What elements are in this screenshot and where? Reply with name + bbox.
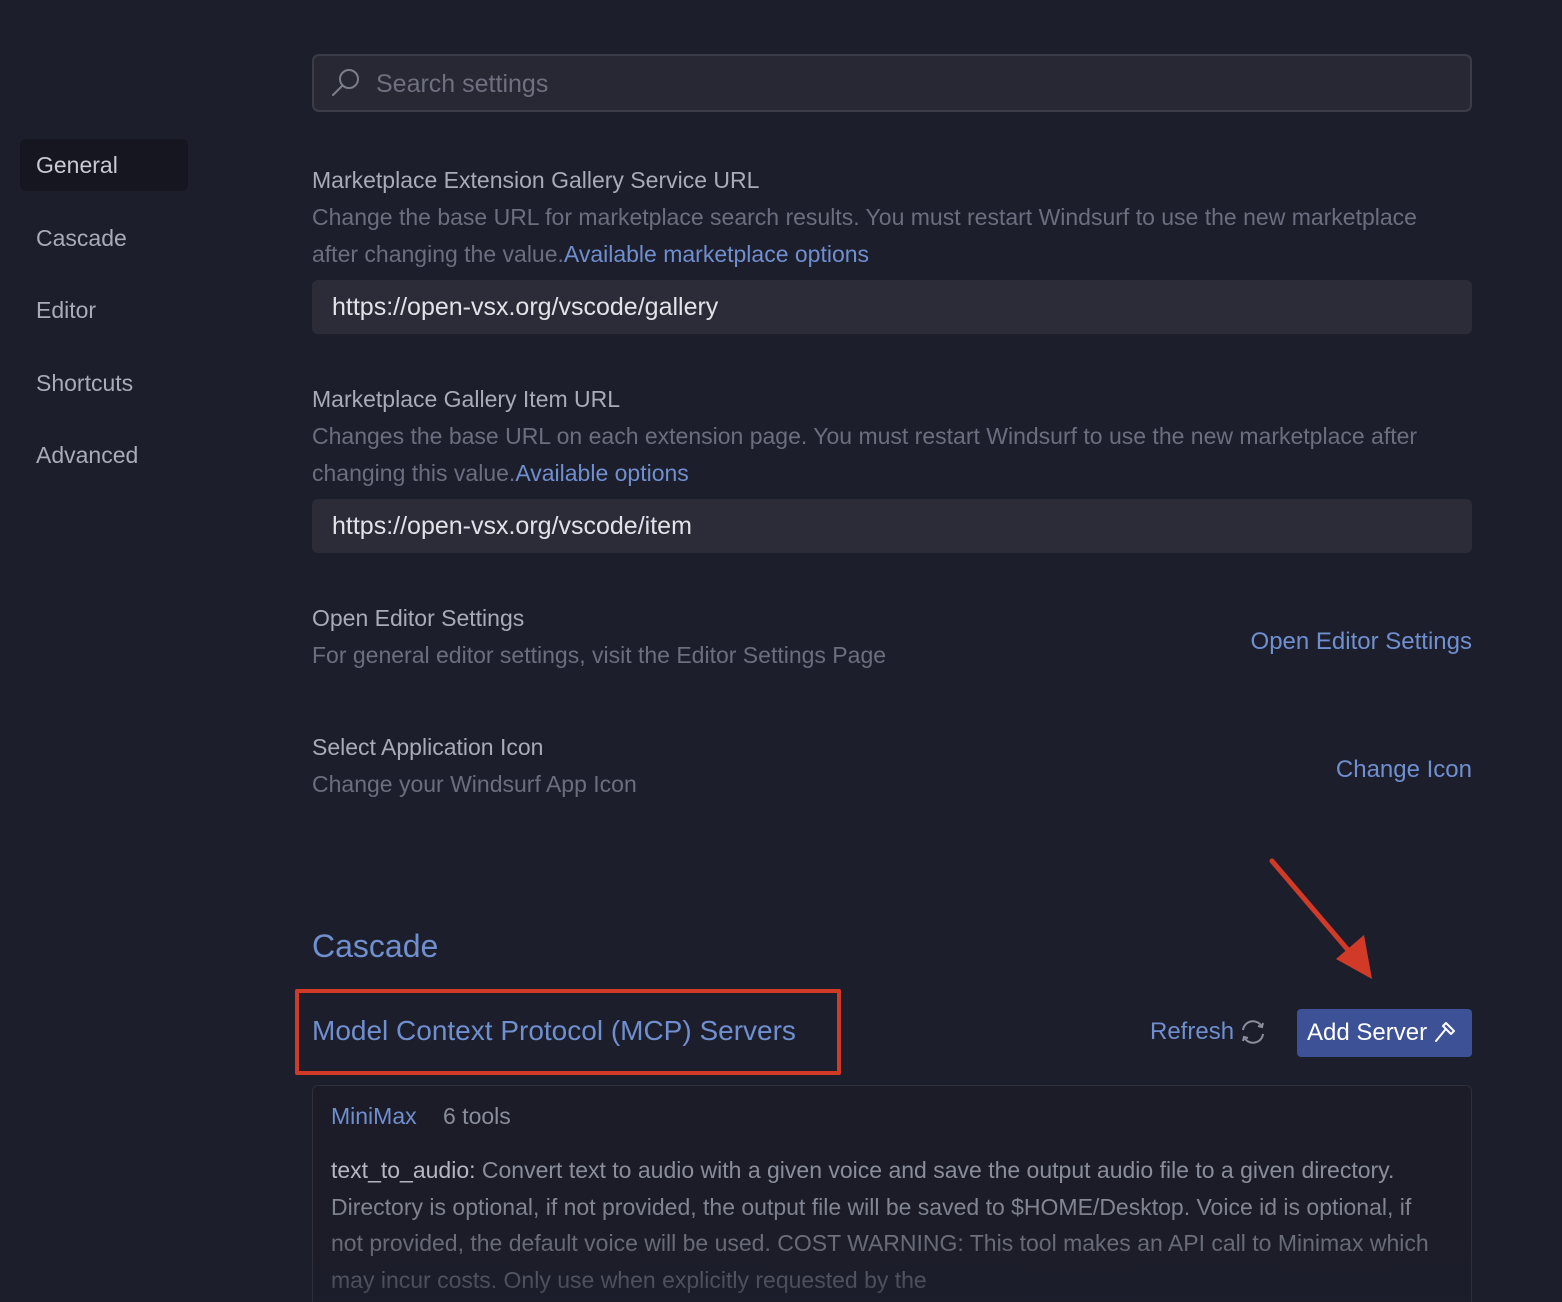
fade-overlay [313, 1194, 1471, 1302]
sidebar-item-general[interactable]: General [20, 139, 188, 191]
refresh-button[interactable]: Refresh [1150, 1018, 1268, 1046]
gallery-service-description: Change the base URL for marketplace sear… [312, 199, 1452, 273]
sidebar-item-advanced[interactable]: Advanced [20, 429, 188, 481]
hammer-icon [1435, 1022, 1456, 1042]
settings-page: General Cascade Editor Shortcuts Advance… [0, 0, 1562, 1302]
cascade-section-title: Cascade [312, 928, 439, 964]
add-server-button[interactable]: Add Server [1297, 1009, 1472, 1057]
app-icon-title: Select Application Icon [312, 734, 544, 760]
gallery-item-description: Changes the base URL on each extension p… [312, 418, 1452, 492]
editor-settings-title: Open Editor Settings [312, 605, 525, 631]
mcp-servers-title: Model Context Protocol (MCP) Servers [312, 1015, 796, 1046]
tool-count: 6 tools [443, 1103, 511, 1129]
sidebar-item-shortcuts[interactable]: Shortcuts [20, 357, 188, 409]
available-marketplace-options-link[interactable]: Available marketplace options [564, 241, 869, 267]
refresh-icon [1242, 1020, 1265, 1044]
annotation-arrow-icon [1269, 858, 1372, 979]
gallery-service-url-field[interactable]: https://open-vsx.org/vscode/gallery [312, 280, 1472, 334]
search-box[interactable] [312, 54, 1472, 112]
search-input[interactable] [374, 56, 1458, 112]
gallery-item-description-text: Changes the base URL on each extension p… [312, 423, 1418, 486]
settings-sidebar: General Cascade Editor Shortcuts Advance… [20, 139, 188, 502]
sidebar-item-editor[interactable]: Editor [20, 284, 188, 336]
refresh-label: Refresh [1150, 1018, 1235, 1045]
tool-name: text_to_audio: [331, 1157, 476, 1183]
gallery-item-url-field[interactable]: https://open-vsx.org/vscode/item [312, 499, 1472, 553]
gallery-item-title: Marketplace Gallery Item URL [312, 386, 621, 412]
add-server-label: Add Server [1307, 1019, 1428, 1046]
sidebar-item-cascade[interactable]: Cascade [20, 212, 188, 264]
change-icon-link[interactable]: Change Icon [1336, 756, 1472, 784]
gallery-service-title: Marketplace Extension Gallery Service UR… [312, 167, 760, 193]
search-icon [332, 69, 359, 96]
server-name[interactable]: MiniMax [331, 1103, 417, 1130]
mcp-server-card: MiniMax 6 tools text_to_audio: Convert t… [312, 1085, 1472, 1302]
app-icon-description: Change your Windsurf App Icon [312, 771, 637, 797]
available-options-link[interactable]: Available options [515, 460, 688, 486]
open-editor-settings-link[interactable]: Open Editor Settings [1251, 628, 1472, 656]
